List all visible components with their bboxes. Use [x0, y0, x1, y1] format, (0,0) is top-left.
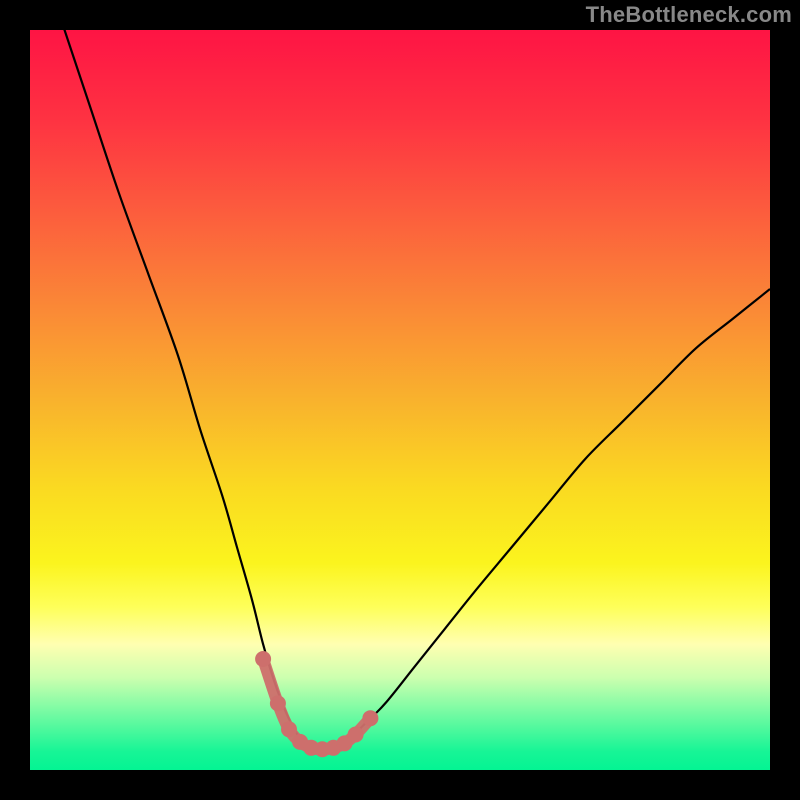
- marker-point: [270, 695, 286, 711]
- marker-point: [255, 651, 271, 667]
- marker-point: [348, 726, 364, 742]
- plot-area: [30, 30, 770, 770]
- marker-point: [362, 710, 378, 726]
- marker-point: [281, 721, 297, 737]
- watermark-text: TheBottleneck.com: [586, 2, 792, 28]
- chart-svg: [30, 30, 770, 770]
- chart-container: TheBottleneck.com: [0, 0, 800, 800]
- gradient-background: [30, 30, 770, 770]
